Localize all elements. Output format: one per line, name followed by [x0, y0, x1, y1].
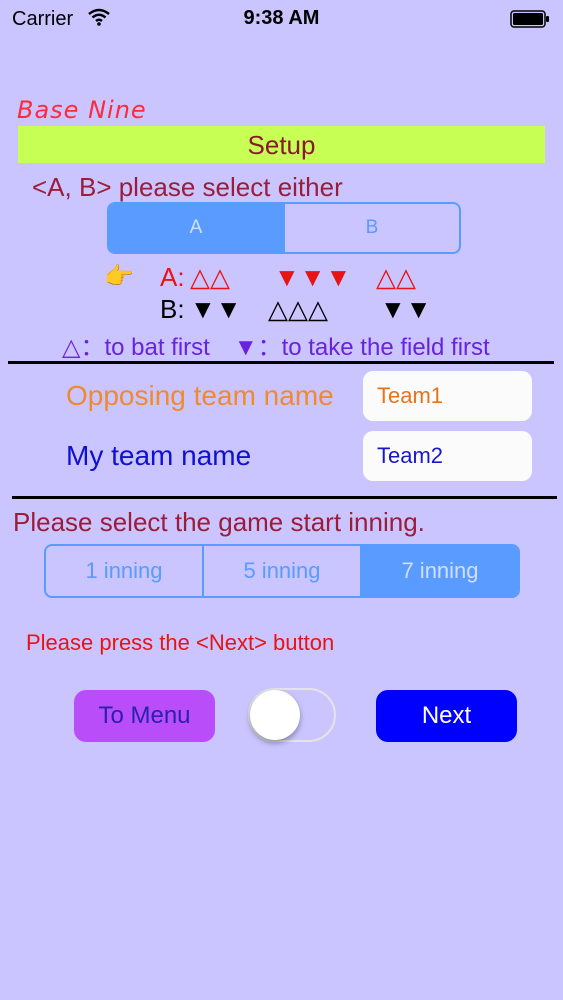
row-b-label: B: [160, 294, 185, 324]
row-a-label: A: [160, 262, 185, 292]
toggle-knob[interactable] [250, 690, 300, 740]
symbol-legend: △：to bat first ▼：to take the field first [62, 334, 490, 361]
segment-7-inning[interactable]: 7 inning [360, 546, 518, 596]
row-a-group-3: △△ [376, 262, 416, 292]
page-title: Setup [247, 130, 316, 160]
instruction-text: Please press the <Next> button [26, 630, 335, 655]
divider [12, 496, 557, 499]
row-b-group-3: ▼▼ [380, 294, 432, 324]
my-team-label: My team name [66, 440, 252, 471]
pointing-hand-icon: 👉 [104, 263, 134, 290]
segment-5-inning[interactable]: 5 inning [202, 546, 360, 596]
inning-select-prompt: Please select the game start inning. [13, 507, 425, 537]
next-button[interactable]: Next [376, 690, 517, 742]
ab-segmented-control: A B [107, 202, 461, 254]
to-menu-button[interactable]: To Menu [74, 690, 215, 742]
my-team-field[interactable]: Team2 [363, 431, 532, 481]
status-time: 9:38 AM [243, 7, 320, 29]
status-bar: Carrier 9:38 AM [0, 0, 563, 40]
ab-select-prompt: <A, B> please select either [32, 172, 343, 202]
divider [8, 361, 554, 364]
battery-icon [510, 10, 550, 28]
row-b-group-2: △△△ [268, 294, 328, 324]
segment-a[interactable]: A [109, 204, 283, 252]
segment-b[interactable]: B [283, 204, 459, 252]
row-a-group-2: ▼▼▼ [274, 262, 352, 292]
row-b-group-1: ▼▼ [190, 294, 242, 324]
brand-logo: Base Nine [17, 96, 147, 124]
row-a-group-1: △△ [190, 262, 230, 292]
segment-1-inning[interactable]: 1 inning [46, 546, 202, 596]
opposing-team-field[interactable]: Team1 [363, 371, 532, 421]
opposing-team-label: Opposing team name [66, 380, 334, 411]
inning-segmented-control: 1 inning 5 inning 7 inning [44, 544, 520, 598]
